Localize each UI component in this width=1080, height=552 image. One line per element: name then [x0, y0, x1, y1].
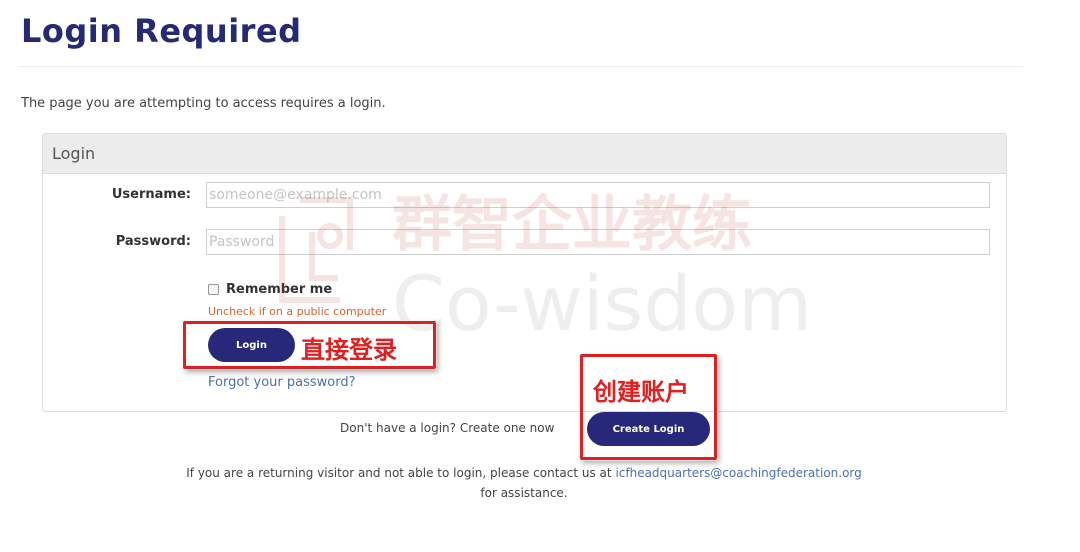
password-label: Password: — [115, 234, 191, 249]
no-login-prompt: Don't have a login? Create one now — [340, 421, 555, 435]
footer-contact-line: If you are a returning visitor and not a… — [0, 466, 1048, 480]
intro-text: The page you are attempting to access re… — [21, 96, 386, 111]
login-panel-header: Login — [43, 134, 1006, 174]
password-input[interactable] — [206, 229, 990, 255]
create-callout-box — [580, 354, 717, 460]
username-label: Username: — [111, 187, 191, 202]
login-panel: Login — [42, 133, 1007, 412]
remember-me-checkbox[interactable] — [208, 284, 219, 295]
create-callout-label: 创建账户 — [593, 377, 689, 406]
footer-assistance-text: for assistance. — [480, 486, 568, 500]
login-panel-title: Login — [52, 144, 96, 163]
page-title: Login Required — [21, 12, 302, 50]
login-callout-label: 直接登录 — [301, 335, 397, 364]
remember-me-label[interactable]: Remember me — [226, 282, 332, 297]
username-input[interactable] — [206, 182, 990, 208]
title-divider — [18, 66, 1023, 67]
contact-email-link[interactable]: icfheadquarters@coachingfederation.org — [615, 466, 861, 480]
forgot-password-link[interactable]: Forgot your password? — [208, 375, 356, 390]
remember-me-hint: Uncheck if on a public computer — [208, 305, 387, 318]
footer-contact-text: If you are a returning visitor and not a… — [186, 466, 616, 480]
